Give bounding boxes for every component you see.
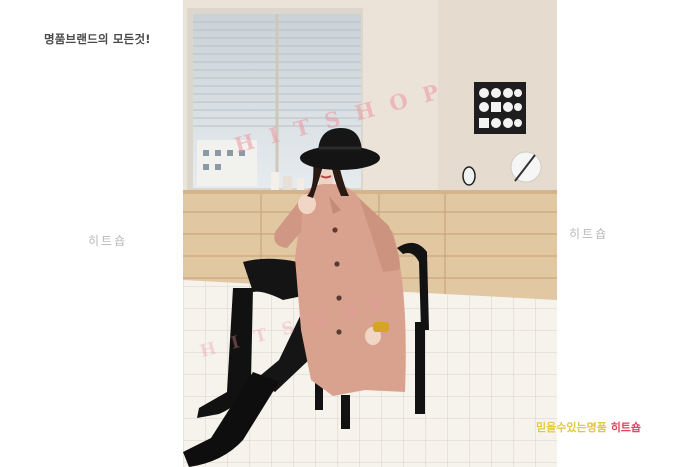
watermark-right: 히트숍 — [569, 227, 609, 241]
product-photo: HITSHOP HITSHOP — [183, 0, 557, 467]
promo-brand: 히트숍 — [610, 421, 642, 434]
fashion-model-photo — [183, 0, 557, 467]
promo-banner: 믿을수있는명품 히트숍 — [536, 419, 641, 435]
brand-tagline: 명품브랜드의 모든것! — [44, 32, 151, 46]
promo-tagline: 믿을수있는명품 — [536, 421, 607, 434]
watermark-left: 히트숍 — [88, 234, 128, 248]
